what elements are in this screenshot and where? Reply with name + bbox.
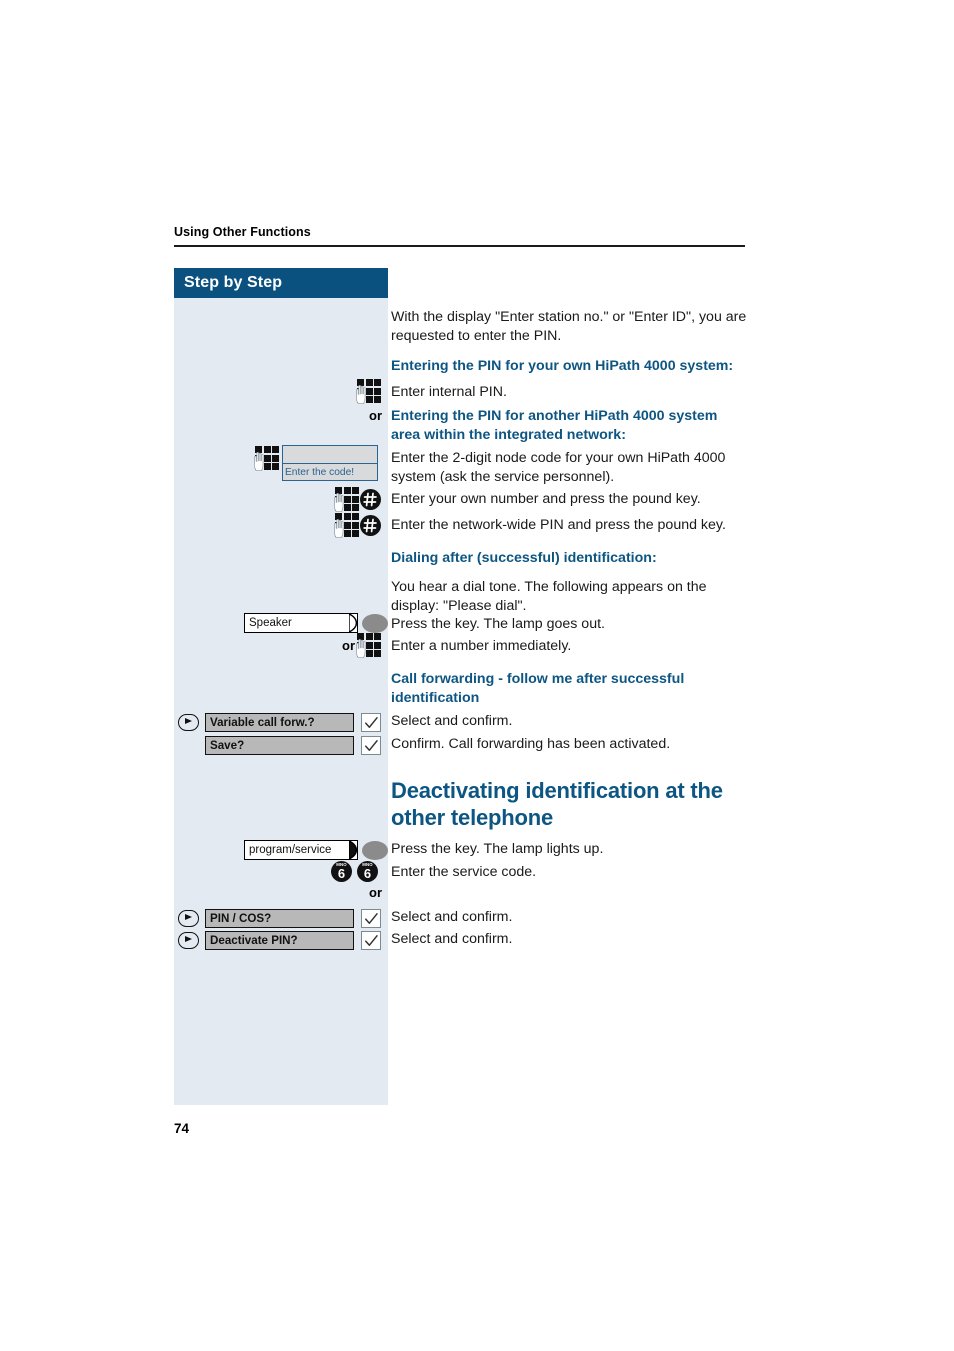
text-enter-number: Enter a number immediately. bbox=[391, 638, 572, 654]
triangle-right-icon bbox=[185, 718, 192, 725]
option-label: Deactivate PIN? bbox=[210, 933, 298, 947]
program-service-key-label: program/service bbox=[249, 844, 332, 856]
speaker-key-lamp bbox=[362, 613, 388, 633]
text-own-number-pound: Enter your own number and press the poun… bbox=[391, 491, 701, 507]
option-save[interactable]: Save? bbox=[205, 736, 354, 755]
option-pin-cos[interactable]: PIN / COS? bbox=[205, 909, 354, 928]
running-header: Using Other Functions bbox=[174, 225, 311, 239]
or-label-3: or bbox=[369, 885, 382, 900]
option-label: PIN / COS? bbox=[210, 911, 272, 925]
keypad-grid bbox=[335, 487, 359, 511]
keypad-grid bbox=[357, 379, 381, 403]
text-select-confirm-2: Select and confirm. bbox=[391, 909, 513, 925]
pound-glyph bbox=[363, 492, 377, 507]
page-number: 74 bbox=[174, 1121, 190, 1136]
confirm-checkbox-2[interactable] bbox=[361, 736, 381, 755]
text-confirm-activated: Confirm. Call forwarding has been activa… bbox=[391, 736, 671, 752]
step-by-step-header: Step by Step bbox=[174, 268, 388, 298]
phone-display-box: Enter the code! bbox=[282, 445, 378, 481]
or-label-2: or bbox=[342, 638, 355, 653]
display-row-empty bbox=[283, 446, 377, 464]
paragraph-dial-tone: You hear a dial tone. The following appe… bbox=[391, 579, 707, 614]
option-deactivate-pin[interactable]: Deactivate PIN? bbox=[205, 931, 354, 950]
keypad-icon-node-code bbox=[254, 446, 279, 471]
heading-own-system: Entering the PIN for your own HiPath 400… bbox=[391, 358, 734, 374]
pound-key-icon bbox=[360, 515, 381, 536]
option-label: Variable call forw.? bbox=[210, 715, 315, 729]
display-row-prompt: Enter the code! bbox=[283, 464, 377, 480]
navigation-select-icon[interactable] bbox=[178, 714, 199, 731]
heading-dialing: Dialing after (successful) identificatio… bbox=[391, 550, 657, 566]
confirm-checkbox-4[interactable] bbox=[361, 931, 381, 950]
digit-key-6-second[interactable]: MNO 6 bbox=[357, 861, 378, 882]
option-variable-call-forw[interactable]: Variable call forw.? bbox=[205, 713, 354, 732]
program-service-key[interactable]: program/service bbox=[244, 840, 388, 860]
heading-other-system: Entering the PIN for another HiPath 4000… bbox=[391, 408, 718, 443]
text-enter-internal-pin: Enter internal PIN. bbox=[391, 384, 507, 400]
or-label-1: or bbox=[369, 408, 382, 423]
text-press-key-lamp-up: Press the key. The lamp lights up. bbox=[391, 841, 604, 857]
text-node-code: Enter the 2-digit node code for your own… bbox=[391, 450, 726, 485]
heading-call-forwarding: Call forwarding - follow me after succes… bbox=[391, 671, 685, 706]
digit-key-number: 6 bbox=[337, 865, 346, 881]
speaker-key-box[interactable]: Speaker bbox=[244, 613, 358, 633]
step-by-step-title: Step by Step bbox=[184, 274, 283, 291]
text-enter-service-code: Enter the service code. bbox=[391, 864, 537, 880]
keypad-icon-own-number bbox=[334, 487, 359, 512]
text-select-confirm-1: Select and confirm. bbox=[391, 713, 513, 729]
text-select-confirm-3: Select and confirm. bbox=[391, 931, 513, 947]
keypad-icon bbox=[356, 379, 381, 404]
pound-glyph bbox=[363, 518, 377, 533]
navigation-select-icon[interactable] bbox=[178, 910, 199, 927]
speaker-key-label: Speaker bbox=[249, 617, 292, 629]
keypad-grid bbox=[335, 513, 359, 537]
triangle-right-icon bbox=[185, 914, 192, 921]
keypad-icon-dial-number bbox=[356, 633, 381, 658]
option-label: Save? bbox=[210, 738, 245, 752]
step-by-step-sidebar bbox=[174, 268, 388, 1105]
text-network-pin-pound: Enter the network-wide PIN and press the… bbox=[391, 517, 726, 533]
digit-key-number: 6 bbox=[363, 865, 372, 881]
navigation-select-icon[interactable] bbox=[178, 932, 199, 949]
program-service-key-box[interactable]: program/service bbox=[244, 840, 358, 860]
checkmark-icon bbox=[365, 740, 378, 751]
confirm-checkbox-3[interactable] bbox=[361, 909, 381, 928]
triangle-right-icon bbox=[185, 936, 192, 943]
text-press-key-lamp-out: Press the key. The lamp goes out. bbox=[391, 616, 605, 632]
speaker-key[interactable]: Speaker bbox=[244, 613, 388, 633]
key-notch-filled-icon bbox=[349, 840, 358, 860]
program-service-key-lamp bbox=[362, 840, 388, 860]
checkmark-icon bbox=[365, 717, 378, 728]
confirm-checkbox-1[interactable] bbox=[361, 713, 381, 732]
display-prompt-text: Enter the code! bbox=[285, 466, 355, 478]
key-notch-icon bbox=[349, 613, 358, 633]
intro-paragraph: With the display "Enter station no." or … bbox=[391, 309, 747, 344]
digit-key-6-first[interactable]: MNO 6 bbox=[331, 861, 352, 882]
header-rule bbox=[174, 245, 745, 247]
pound-key-icon bbox=[360, 489, 381, 510]
heading-deactivating: Deactivating identification at the other… bbox=[391, 778, 723, 830]
checkmark-icon bbox=[365, 913, 378, 924]
keypad-icon-network-pin bbox=[334, 513, 359, 538]
manual-page: Using Other Functions Step by Step With … bbox=[0, 0, 954, 1351]
keypad-grid bbox=[255, 446, 279, 470]
checkmark-icon bbox=[365, 935, 378, 946]
keypad-grid bbox=[357, 633, 381, 657]
